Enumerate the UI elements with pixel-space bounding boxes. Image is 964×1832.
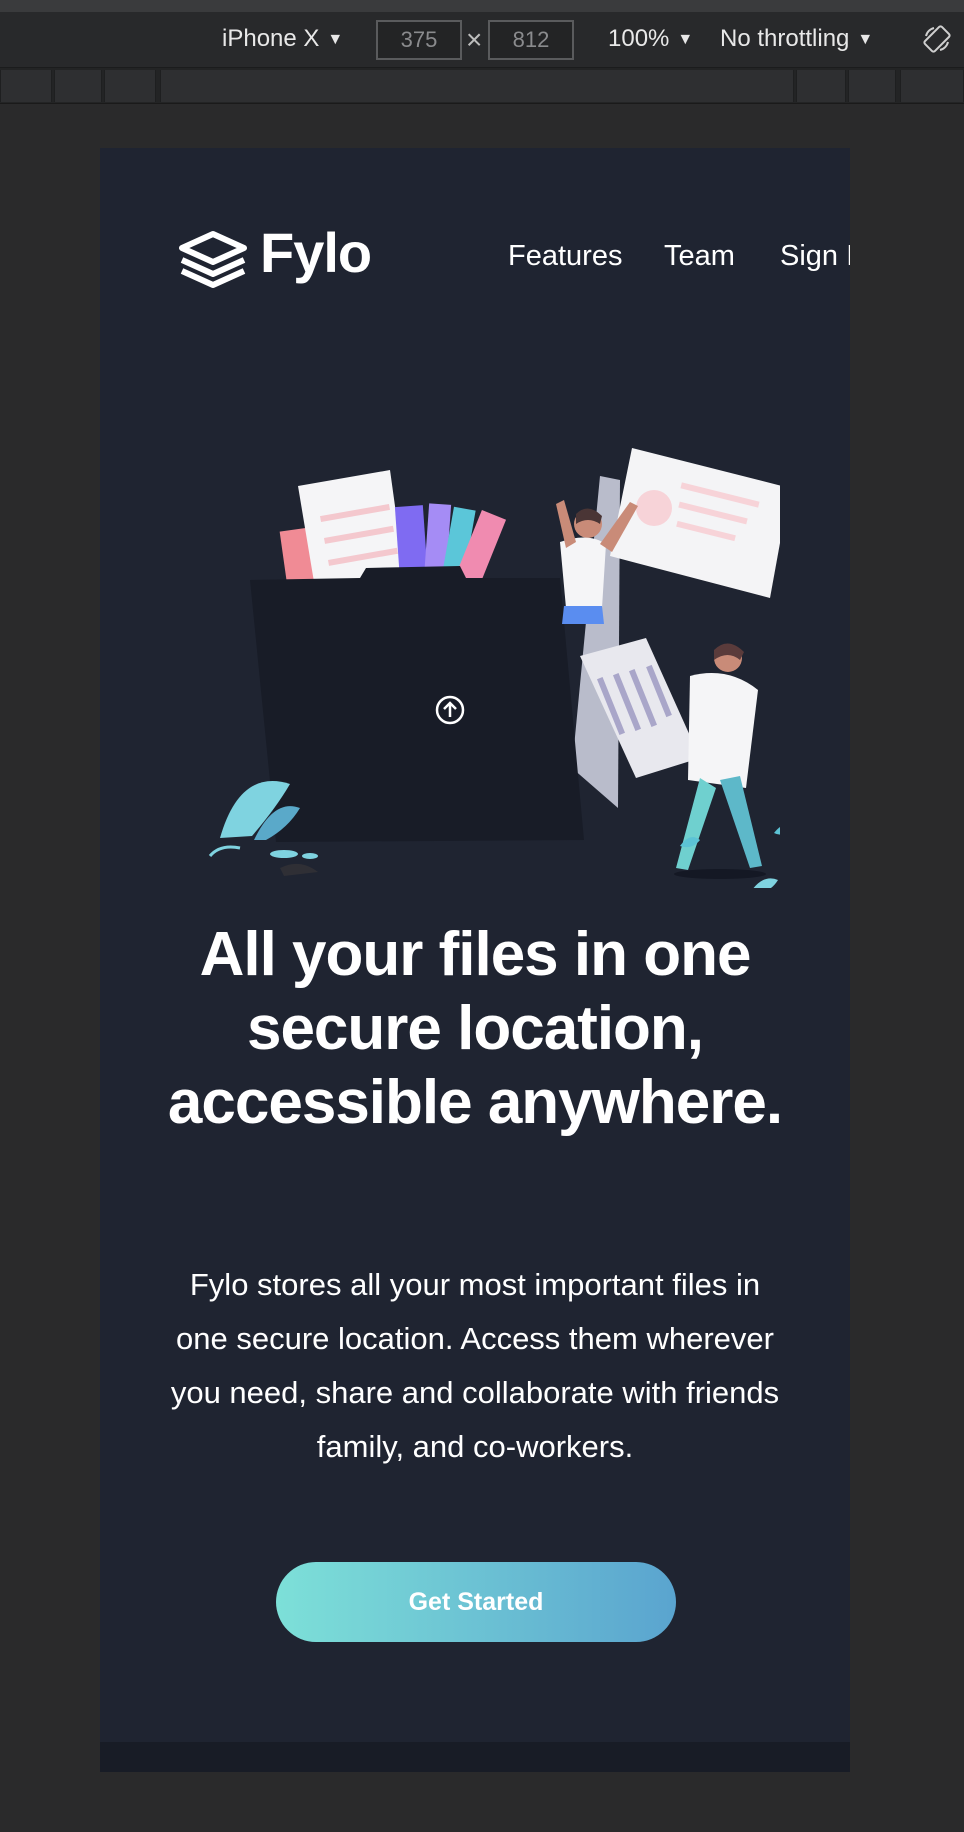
- ruler-segment[interactable]: [0, 70, 52, 102]
- nav-link-sign-in[interactable]: Sign In: [780, 240, 850, 273]
- ruler-segment[interactable]: [160, 70, 794, 102]
- caret-down-icon: ▼: [857, 31, 874, 48]
- hero-description: Fylo stores all your most important file…: [170, 1267, 780, 1464]
- device-select[interactable]: iPhone X ▼: [222, 24, 343, 55]
- stacked-layers-icon[interactable]: [178, 230, 248, 288]
- rotate-device-icon[interactable]: [922, 24, 952, 54]
- caret-down-icon: ▼: [677, 31, 694, 48]
- width-input[interactable]: 375: [376, 20, 462, 60]
- height-input[interactable]: 812: [488, 20, 574, 60]
- next-section-edge: [100, 1742, 850, 1772]
- throttling-select[interactable]: No throttling ▼: [720, 24, 873, 55]
- throttling-label: No throttling: [720, 25, 850, 52]
- zoom-label: 100%: [608, 25, 670, 52]
- nav-link-team[interactable]: Team: [664, 240, 735, 273]
- dimension-separator: ×: [466, 24, 483, 55]
- ruler-segment[interactable]: [796, 70, 846, 102]
- ruler-segment[interactable]: [54, 70, 102, 102]
- ruler-segment[interactable]: [900, 70, 964, 102]
- hero-illustration: [208, 448, 780, 888]
- media-query-ruler: [0, 68, 964, 104]
- devtools-toolbar: iPhone X ▼ 375 × 812 100% ▼ No throttling ▼: [0, 0, 964, 68]
- device-label: iPhone X: [222, 25, 320, 52]
- device-viewport: Fylo Features Team Sign In: [100, 148, 850, 1772]
- zoom-select[interactable]: 100% ▼: [608, 24, 693, 55]
- ruler-segment[interactable]: [848, 70, 896, 102]
- site-header: Fylo Features Team Sign In: [178, 221, 850, 294]
- hero-headline: All your files in one secure location, a…: [167, 920, 783, 1137]
- get-started-button[interactable]: Get Started: [276, 1562, 676, 1642]
- caret-down-icon: ▼: [327, 31, 344, 48]
- nav-link-features[interactable]: Features: [508, 240, 622, 273]
- ruler-segment[interactable]: [104, 70, 156, 102]
- brand-name[interactable]: Fylo: [260, 220, 372, 285]
